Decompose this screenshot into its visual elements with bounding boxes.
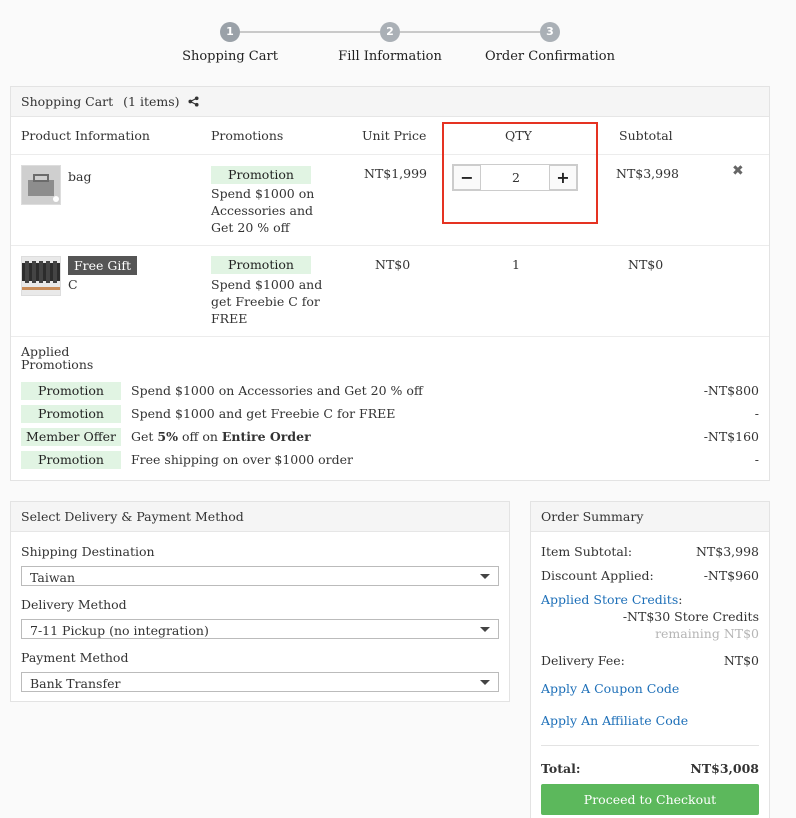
member-offer-badge: Member Offer bbox=[21, 428, 121, 446]
chevron-down-icon bbox=[480, 574, 490, 579]
delivery-panel-header: Select Delivery & Payment Method bbox=[11, 502, 509, 532]
qty-highlight-box bbox=[442, 122, 598, 224]
applied-promo-text: Get 5% off on Entire Order bbox=[131, 429, 311, 444]
chevron-down-icon bbox=[480, 627, 490, 632]
apply-coupon-link[interactable]: Apply A Coupon Code bbox=[541, 681, 679, 696]
promo-line: Get 20 % off bbox=[211, 220, 290, 235]
step-connector bbox=[400, 31, 540, 33]
promotion-badge: Promotion bbox=[211, 256, 311, 274]
promotion-badge: Promotion bbox=[21, 382, 121, 400]
promo-line: Spend $1000 on bbox=[211, 186, 315, 201]
item-subtotal-value: NT$3,998 bbox=[695, 544, 759, 559]
applied-title-line: Promotions bbox=[21, 357, 94, 372]
text-part: off on bbox=[177, 429, 222, 444]
total-value: NT$3,008 bbox=[690, 761, 759, 776]
row-divider bbox=[11, 245, 769, 246]
col-unit-price: Unit Price bbox=[362, 128, 427, 143]
row-subtotal: NT$3,998 bbox=[616, 166, 680, 181]
bag-thumbnail[interactable] bbox=[21, 165, 61, 205]
summary-divider bbox=[541, 745, 759, 746]
quantity-value: 1 bbox=[512, 257, 520, 272]
chevron-down-icon bbox=[480, 680, 490, 685]
select-value: 7-11 Pickup (no integration) bbox=[30, 623, 209, 638]
promotion-badge: Promotion bbox=[21, 451, 121, 469]
row-divider bbox=[11, 154, 769, 155]
step-1-label: Shopping Cart bbox=[182, 49, 278, 64]
payment-method-select[interactable]: Bank Transfer bbox=[21, 672, 499, 692]
step-connector bbox=[240, 31, 380, 33]
applied-promo-text: Free shipping on over $1000 order bbox=[131, 452, 354, 467]
colon: : bbox=[678, 592, 683, 607]
store-credits-value: -NT$30 Store Credits bbox=[622, 609, 759, 624]
store-credits-row: Applied Store Credits: bbox=[541, 592, 682, 607]
row-divider bbox=[11, 336, 769, 337]
delivery-fee-value: NT$0 bbox=[723, 653, 759, 668]
discount-label: Discount Applied: bbox=[541, 568, 654, 583]
step-2-indicator: 2 bbox=[380, 22, 400, 42]
text-bold: Entire Order bbox=[221, 429, 311, 444]
remove-item-icon[interactable]: ✖ bbox=[732, 163, 744, 179]
promo-line: Spend $1000 and bbox=[211, 277, 323, 292]
shopping-cart-panel: Shopping Cart (1 items) bbox=[10, 86, 770, 481]
item-subtotal-label: Item Subtotal: bbox=[541, 544, 633, 559]
summary-panel-header: Order Summary bbox=[531, 502, 769, 532]
col-product-information: Product Information bbox=[21, 128, 150, 143]
shipping-destination-select[interactable]: Taiwan bbox=[21, 566, 499, 586]
shipping-destination-label: Shipping Destination bbox=[21, 544, 155, 559]
delivery-method-label: Delivery Method bbox=[21, 597, 127, 612]
share-icon[interactable] bbox=[187, 88, 199, 118]
applied-promo-value: -NT$800 bbox=[703, 383, 759, 398]
payment-method-label: Payment Method bbox=[21, 650, 129, 665]
col-subtotal: Subtotal bbox=[619, 128, 673, 143]
applied-promo-value: -NT$160 bbox=[703, 429, 759, 444]
col-promotions: Promotions bbox=[211, 128, 284, 143]
remaining-credits: remaining NT$0 bbox=[655, 626, 759, 641]
unit-price: NT$1,999 bbox=[364, 166, 428, 181]
promo-line: get Freebie C for bbox=[211, 294, 320, 309]
product-name[interactable]: C bbox=[68, 277, 78, 292]
text-part: Get bbox=[131, 429, 158, 444]
step-1-indicator: 1 bbox=[220, 22, 240, 42]
discount-value: -NT$960 bbox=[703, 568, 759, 583]
step-3-indicator: 3 bbox=[540, 22, 560, 42]
applied-store-credits-link[interactable]: Applied Store Credits bbox=[541, 592, 678, 607]
step-3-label: Order Confirmation bbox=[485, 49, 615, 64]
select-value: Bank Transfer bbox=[30, 676, 121, 691]
delivery-fee-label: Delivery Fee: bbox=[541, 653, 625, 668]
applied-promo-value: - bbox=[754, 406, 759, 421]
gift-thumbnail[interactable] bbox=[21, 256, 61, 296]
promo-line: Accessories and bbox=[211, 203, 314, 218]
promo-line: FREE bbox=[211, 311, 248, 326]
promotion-description: Spend $1000 on Accessories and Get 20 % … bbox=[211, 185, 314, 236]
step-2-label: Fill Information bbox=[338, 49, 442, 64]
proceed-to-checkout-button[interactable]: Proceed to Checkout bbox=[541, 784, 759, 815]
applied-promo-text: Spend $1000 and get Freebie C for FREE bbox=[131, 406, 396, 421]
applied-promo-value: - bbox=[754, 452, 759, 467]
delivery-method-select[interactable]: 7-11 Pickup (no integration) bbox=[21, 619, 499, 639]
promotion-description: Spend $1000 and get Freebie C for FREE bbox=[211, 276, 322, 327]
text-bold: 5% bbox=[157, 429, 178, 444]
total-label: Total: bbox=[541, 761, 581, 776]
free-gift-badge: Free Gift bbox=[68, 256, 138, 275]
applied-promotions-title: Applied Promotions bbox=[21, 345, 93, 371]
promotion-badge: Promotion bbox=[211, 166, 311, 184]
applied-promo-text: Spend $1000 on Accessories and Get 20 % … bbox=[131, 383, 423, 398]
cart-item-count: (1 items) bbox=[123, 94, 180, 109]
select-value: Taiwan bbox=[30, 570, 76, 585]
product-name[interactable]: bag bbox=[68, 169, 91, 184]
cart-title: Shopping Cart bbox=[21, 94, 114, 109]
promotion-badge: Promotion bbox=[21, 405, 121, 423]
cart-panel-header: Shopping Cart (1 items) bbox=[11, 87, 769, 117]
unit-price: NT$0 bbox=[375, 257, 411, 272]
row-subtotal: NT$0 bbox=[628, 257, 664, 272]
apply-affiliate-link[interactable]: Apply An Affiliate Code bbox=[541, 713, 688, 728]
